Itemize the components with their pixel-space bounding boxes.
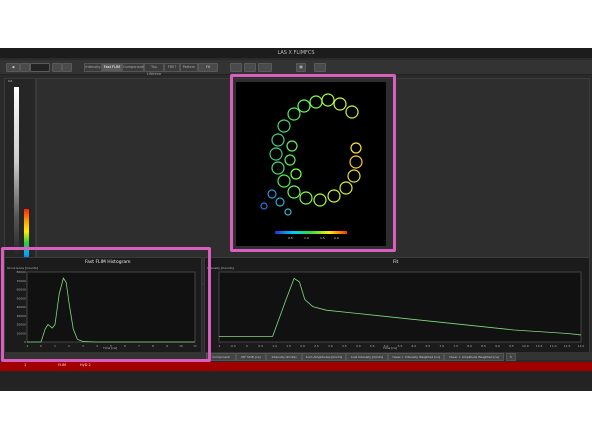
- intensity-lut-bar[interactable]: [14, 87, 19, 273]
- fit-panel: Fit Intensity [Counts] Time [ns] -1 -0.5 0…: [204, 257, 590, 353]
- toolbar-button-8[interactable]: [314, 63, 326, 72]
- x-tick-label: 6.5: [425, 344, 430, 348]
- column-irf-shift[interactable]: IRF Shift [ns]: [236, 353, 266, 361]
- x-tick-label: 10.5: [536, 344, 543, 348]
- status-area: [0, 371, 592, 391]
- x-tick-label: 0.5: [258, 344, 263, 348]
- window-title: LAS X FLIMFCS: [0, 48, 592, 58]
- x-tick-label: 1.0: [272, 344, 277, 348]
- row-channel: HyD 2: [80, 363, 91, 367]
- x-tick-label: 1.5: [286, 344, 291, 348]
- tab-components[interactable]: Components: [122, 63, 145, 72]
- settings-icon[interactable]: ✎: [506, 353, 516, 361]
- column-tau-amplitude-weighted[interactable]: τAver. I. Amplitude Weighted [ns]: [444, 353, 504, 361]
- x-tick-label: 3.0: [328, 344, 333, 348]
- toolbar-button-4[interactable]: [62, 63, 72, 72]
- fit-plot[interactable]: -1 -0.5 0 0.5 1.0 1.5 2.0 2.5 3.0 3.5 4.0 4.5 5.0 5.5…: [205, 258, 589, 352]
- toolbar-button-5[interactable]: [230, 63, 242, 72]
- column-intensity[interactable]: Intensity [kCnts]: [266, 353, 302, 361]
- row-index: 1: [24, 363, 27, 367]
- lut-label: Int.: [8, 79, 13, 83]
- column-lost-intensity[interactable]: Lost Intensity [kCnts]: [346, 353, 388, 361]
- toolbar-button-3[interactable]: [52, 63, 62, 72]
- tab-tau-lifetime[interactable]: Tau Lifetime: [144, 63, 164, 76]
- x-tick-label: 9.0: [495, 344, 500, 348]
- x-tick-label: 10.0: [522, 344, 529, 348]
- toolbar-field[interactable]: [30, 63, 50, 72]
- x-tick-label: 5.0: [384, 344, 389, 348]
- results-row[interactable]: 1 FLIM HyD 2: [0, 362, 592, 371]
- column-tau-intensity-weighted[interactable]: τAver. I. Intensity Weighted [ns]: [388, 353, 444, 361]
- plot-area: [218, 271, 582, 343]
- toolbar-button-2[interactable]: [20, 63, 30, 72]
- toolbar-button-6[interactable]: [244, 63, 256, 72]
- x-tick-label: 2.0: [300, 344, 305, 348]
- toolbar-button-7[interactable]: [258, 63, 272, 72]
- column-sum-amplitudes[interactable]: Sum Amplitudes [kCnts]: [302, 353, 346, 361]
- x-tick-label: 3.5: [342, 344, 347, 348]
- x-tick-label: 5.5: [398, 344, 403, 348]
- x-tick-label: 9.5: [509, 344, 514, 348]
- x-tick-label: 6.0: [412, 344, 417, 348]
- tab-pattern[interactable]: Pattern: [180, 63, 198, 72]
- row-name: FLIM: [58, 363, 67, 367]
- x-tick-label: 8.0: [467, 344, 472, 348]
- fit-button[interactable]: Fit: [198, 63, 218, 72]
- toolbar-back-button[interactable]: ◀: [6, 63, 20, 72]
- x-tick-label: -0.5: [230, 344, 236, 348]
- highlight-box-image: [230, 74, 396, 252]
- tab-fret[interactable]: FRET: [164, 63, 180, 72]
- toolbar: ◀ Intensity Fast FLIM Components Tau Lif…: [0, 60, 592, 76]
- layout-button[interactable]: ▦: [296, 63, 306, 72]
- x-tick-label: 11.0: [550, 344, 557, 348]
- x-tick-label: 7.5: [453, 344, 458, 348]
- x-tick-label: 2.5: [314, 344, 319, 348]
- x-tick-label: 12.0: [578, 344, 585, 348]
- x-tick-label: 4.0: [356, 344, 361, 348]
- tab-fast-flim[interactable]: Fast FLIM: [102, 63, 122, 72]
- x-tick-label: 11.5: [564, 344, 571, 348]
- x-tick-label: 4.5: [370, 344, 375, 348]
- x-tick-label: 7.0: [439, 344, 444, 348]
- highlight-box-histogram: [1, 247, 211, 362]
- tab-intensity[interactable]: Intensity: [84, 63, 102, 72]
- x-tick-label: 0: [246, 344, 248, 348]
- x-tick-label: 8.5: [481, 344, 486, 348]
- x-tick-label: -1: [218, 344, 221, 348]
